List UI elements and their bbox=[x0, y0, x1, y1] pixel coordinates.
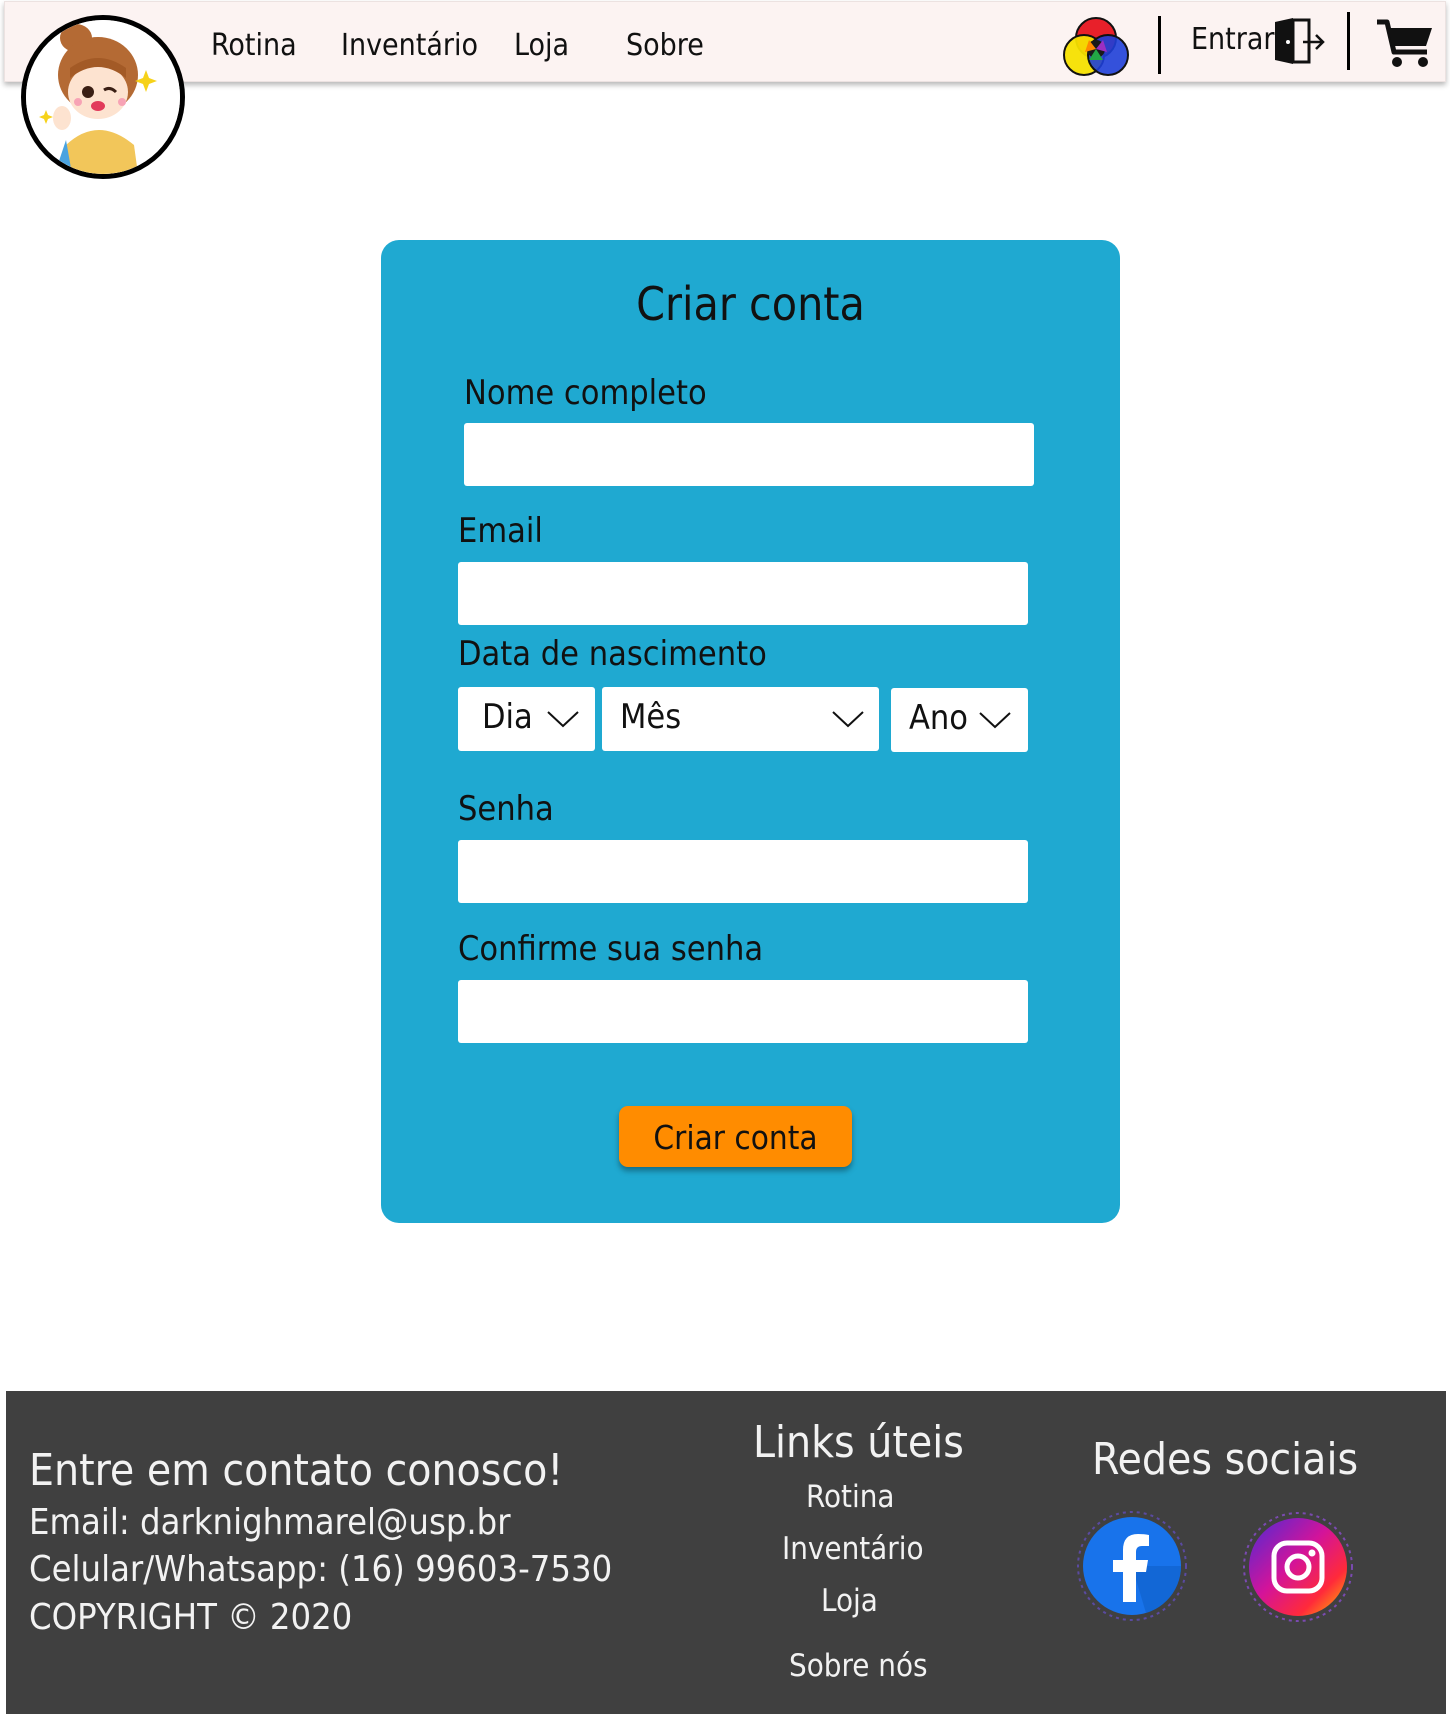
door-exit-icon[interactable] bbox=[1273, 16, 1327, 66]
nav-link-inventario[interactable]: Inventário bbox=[341, 28, 478, 63]
shopping-cart-icon[interactable] bbox=[1375, 18, 1435, 70]
form-title: Criar conta bbox=[636, 277, 865, 331]
site-logo[interactable] bbox=[21, 15, 185, 179]
header-divider bbox=[1347, 12, 1350, 70]
mes-select[interactable]: Mês bbox=[602, 687, 879, 751]
nav-link-rotina[interactable]: Rotina bbox=[211, 28, 297, 63]
confirme-label: Confirme sua senha bbox=[458, 929, 764, 969]
chevron-down-icon bbox=[979, 712, 1011, 729]
chevron-down-icon bbox=[547, 711, 579, 728]
nome-input[interactable] bbox=[464, 423, 1034, 486]
contact-email: Email: darknighmarel@usp.br bbox=[29, 1502, 511, 1543]
chevron-down-icon bbox=[832, 711, 864, 728]
footer-link-sobre-nos[interactable]: Sobre nós bbox=[789, 1648, 928, 1684]
color-wheel-icon[interactable] bbox=[1063, 16, 1129, 78]
criar-conta-button[interactable]: Criar conta bbox=[619, 1106, 852, 1167]
footer-link-inventario[interactable]: Inventário bbox=[782, 1531, 924, 1567]
dia-select-value: Dia bbox=[482, 697, 533, 737]
dia-select[interactable]: Dia bbox=[458, 687, 595, 751]
senha-label: Senha bbox=[458, 789, 554, 829]
contact-title: Entre em contato conosco! bbox=[29, 1445, 564, 1496]
nav-link-loja[interactable]: Loja bbox=[514, 28, 569, 63]
top-navbar: Rotina Inventário Loja Sobre Entrar bbox=[4, 1, 1446, 82]
copyright: COPYRIGHT © 2020 bbox=[29, 1597, 353, 1638]
ano-select[interactable]: Ano bbox=[891, 688, 1028, 752]
social-title: Redes sociais bbox=[1092, 1434, 1359, 1485]
email-input[interactable] bbox=[458, 562, 1028, 625]
header-divider bbox=[1158, 16, 1161, 74]
email-label: Email bbox=[458, 511, 543, 551]
footer-link-rotina[interactable]: Rotina bbox=[806, 1479, 895, 1515]
instagram-icon[interactable] bbox=[1242, 1511, 1354, 1623]
mes-select-value: Mês bbox=[620, 697, 682, 737]
cartoon-girl-logo-icon bbox=[26, 20, 180, 174]
links-title: Links úteis bbox=[753, 1417, 964, 1468]
ano-select-value: Ano bbox=[909, 698, 969, 738]
nav-link-sobre[interactable]: Sobre bbox=[626, 28, 704, 63]
senha-input[interactable] bbox=[458, 840, 1028, 903]
nome-label: Nome completo bbox=[464, 373, 707, 413]
confirme-input[interactable] bbox=[458, 980, 1028, 1043]
contact-phone: Celular/Whatsapp: (16) 99603-7530 bbox=[29, 1549, 613, 1590]
login-label[interactable]: Entrar bbox=[1191, 22, 1274, 57]
nascimento-label: Data de nascimento bbox=[458, 634, 767, 674]
footer: Entre em contato conosco! Email: darknig… bbox=[6, 1391, 1446, 1714]
facebook-icon[interactable] bbox=[1076, 1510, 1188, 1622]
footer-link-loja[interactable]: Loja bbox=[821, 1583, 878, 1619]
